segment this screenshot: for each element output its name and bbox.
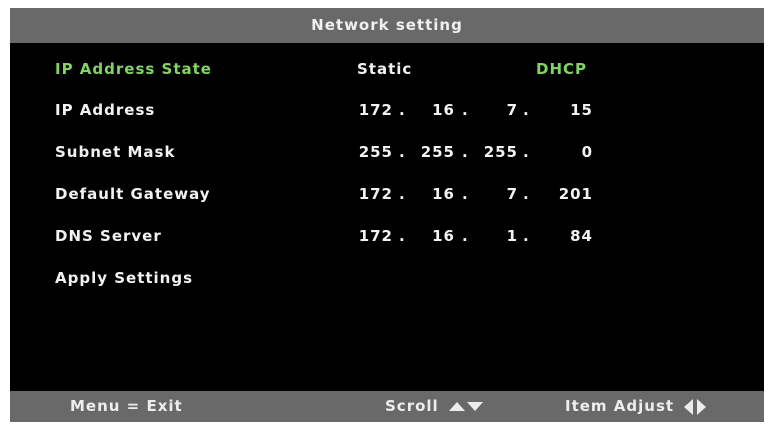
- arrow-right-icon: [697, 398, 707, 415]
- ip-address-octet-4[interactable]: 15: [553, 96, 593, 124]
- item-adjust-label: Item Adjust: [565, 397, 675, 415]
- octet-separator: .: [523, 185, 530, 203]
- octet-separator: .: [462, 101, 469, 119]
- row-apply-settings[interactable]: Apply Settings: [10, 264, 764, 292]
- gateway-octet-1[interactable]: 172: [353, 180, 393, 208]
- footer-bar: Menu = Exit Scroll Item Adjust: [10, 391, 764, 422]
- octet-separator: .: [523, 227, 530, 245]
- subnet-mask-label: Subnet Mask: [55, 143, 176, 161]
- default-gateway-label: Default Gateway: [55, 185, 211, 203]
- row-default-gateway[interactable]: Default Gateway 172 . 16 . 7 . 201: [10, 180, 764, 208]
- gateway-octet-3[interactable]: 7: [478, 180, 518, 208]
- row-dns-server[interactable]: DNS Server 172 . 16 . 1 . 84: [10, 222, 764, 250]
- option-dhcp[interactable]: DHCP: [536, 55, 587, 83]
- octet-separator: .: [399, 227, 406, 245]
- gateway-octet-2[interactable]: 16: [415, 180, 455, 208]
- subnet-mask-octet-3[interactable]: 255: [478, 138, 518, 166]
- dns-octet-2[interactable]: 16: [415, 222, 455, 250]
- subnet-mask-octet-4[interactable]: 0: [553, 138, 593, 166]
- dns-octet-3[interactable]: 1: [478, 222, 518, 250]
- dns-octet-1[interactable]: 172: [353, 222, 393, 250]
- octet-separator: .: [399, 185, 406, 203]
- octet-separator: .: [523, 101, 530, 119]
- ip-address-state-label: IP Address State: [55, 60, 212, 78]
- ip-address-octet-1[interactable]: 172: [353, 96, 393, 124]
- dns-octet-4[interactable]: 84: [553, 222, 593, 250]
- octet-separator: .: [462, 185, 469, 203]
- arrow-left-icon: [684, 398, 694, 415]
- item-adjust-hint: Item Adjust: [565, 391, 707, 422]
- octet-separator: .: [523, 143, 530, 161]
- network-setting-osd: Network setting IP Address State Static …: [10, 8, 764, 422]
- arrow-up-icon: [448, 402, 465, 411]
- subnet-mask-octet-2[interactable]: 255: [415, 138, 455, 166]
- octet-separator: .: [462, 227, 469, 245]
- dns-server-label: DNS Server: [55, 227, 162, 245]
- subnet-mask-octet-1[interactable]: 255: [353, 138, 393, 166]
- arrow-down-icon: [466, 402, 483, 411]
- octet-separator: .: [462, 143, 469, 161]
- scroll-label: Scroll: [385, 397, 439, 415]
- row-ip-address[interactable]: IP Address 172 . 16 . 7 . 15: [10, 96, 764, 124]
- ip-address-octet-2[interactable]: 16: [415, 96, 455, 124]
- row-subnet-mask[interactable]: Subnet Mask 255 . 255 . 255 . 0: [10, 138, 764, 166]
- scroll-hint: Scroll: [385, 391, 483, 422]
- ip-address-octet-3[interactable]: 7: [478, 96, 518, 124]
- ip-address-label: IP Address: [55, 101, 156, 119]
- apply-settings-button[interactable]: Apply Settings: [55, 264, 193, 292]
- row-ip-address-state[interactable]: IP Address State Static DHCP: [10, 55, 764, 83]
- octet-separator: .: [399, 143, 406, 161]
- octet-separator: .: [399, 101, 406, 119]
- menu-exit-hint: Menu = Exit: [70, 397, 183, 415]
- option-static[interactable]: Static: [357, 55, 412, 83]
- title-bar: Network setting: [10, 8, 764, 43]
- page-title: Network setting: [311, 16, 463, 34]
- gateway-octet-4[interactable]: 201: [553, 180, 593, 208]
